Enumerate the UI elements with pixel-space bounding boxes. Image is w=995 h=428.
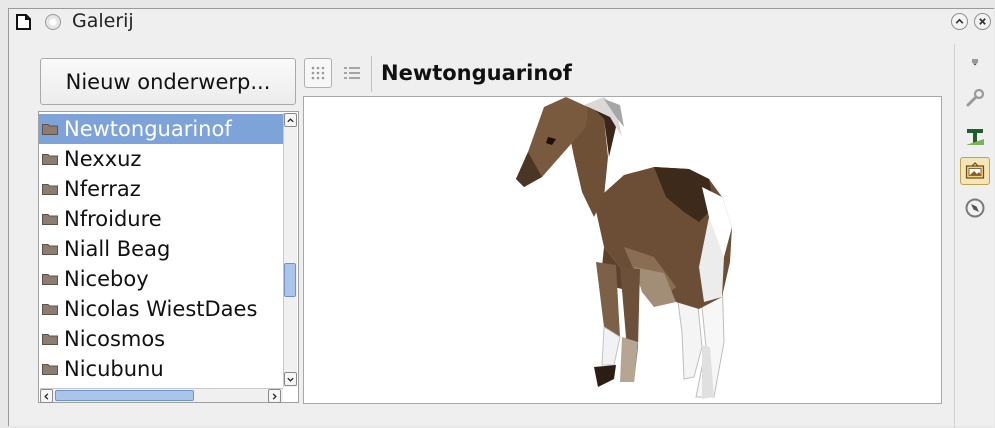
list-item-label: Niceboy xyxy=(64,267,149,291)
radio-icon[interactable] xyxy=(45,14,61,30)
theme-title: Newtonguarinof xyxy=(381,61,572,85)
list-item-label: Nicubunu xyxy=(64,357,164,381)
gallery-preview[interactable] xyxy=(303,96,942,404)
gallery-button[interactable] xyxy=(960,157,990,185)
list-item-label: Newtonguarinof xyxy=(64,117,232,141)
list-item[interactable]: Nferraz xyxy=(39,174,283,204)
folder-icon xyxy=(42,364,58,375)
menu-icon xyxy=(972,59,978,66)
list-item[interactable]: Nicubunu xyxy=(39,354,283,384)
grid-dots-icon xyxy=(311,66,325,80)
new-topic-button[interactable]: Nieuw onderwerp... xyxy=(40,58,296,105)
vertical-scroll-thumb[interactable] xyxy=(284,263,296,297)
collapse-button[interactable] xyxy=(951,13,968,30)
properties-button[interactable] xyxy=(960,84,990,112)
styles-icon xyxy=(966,129,984,145)
list-item[interactable]: Niceboy xyxy=(39,264,283,294)
navigator-button[interactable] xyxy=(960,194,990,222)
list-item[interactable]: Nicolas WiestDaes xyxy=(39,294,283,324)
list-item[interactable]: Newtonguarinof xyxy=(39,114,283,144)
list-item-label: Nicosmos xyxy=(64,327,166,351)
list-item-label: Nexxuz xyxy=(64,147,142,171)
list-item[interactable]: Nicosmos xyxy=(39,324,283,354)
list-item[interactable]: Nfroidure xyxy=(39,204,283,234)
styles-button[interactable] xyxy=(960,122,990,150)
list-icon xyxy=(344,67,360,79)
folder-icon xyxy=(42,244,58,255)
theme-list[interactable]: Newtonguarinof Nexxuz Nferraz Nfroidure … xyxy=(38,111,299,403)
chevron-right-icon xyxy=(272,392,277,400)
sidebar-separator xyxy=(954,44,955,428)
document-icon[interactable] xyxy=(15,13,33,31)
icon-view-button[interactable] xyxy=(304,58,332,88)
folder-icon xyxy=(42,154,58,165)
list-item-label: Nferraz xyxy=(64,177,141,201)
chevron-up-icon xyxy=(287,117,294,122)
scroll-left-button[interactable] xyxy=(40,389,53,403)
list-item-label: Niall Beag xyxy=(64,237,171,261)
list-item[interactable]: Nexxuz xyxy=(39,144,283,174)
horizontal-scroll-thumb[interactable] xyxy=(55,390,194,401)
folder-icon xyxy=(42,304,58,315)
close-button[interactable] xyxy=(974,13,991,30)
properties-wrench-icon xyxy=(966,88,985,107)
folder-icon xyxy=(42,214,58,225)
folder-icon xyxy=(42,334,58,345)
gallery-icon xyxy=(965,162,985,179)
list-item-label: Nicolas WiestDaes xyxy=(64,297,258,321)
scroll-right-button[interactable] xyxy=(268,389,281,403)
chevron-up-icon xyxy=(955,18,964,24)
detail-view-button[interactable] xyxy=(338,58,366,88)
navigator-icon xyxy=(965,198,985,218)
sidebar-menu-button[interactable] xyxy=(960,48,990,76)
panel-title: Galerij xyxy=(72,10,134,32)
folder-icon xyxy=(42,124,58,135)
scroll-down-button[interactable] xyxy=(284,372,297,386)
title-bar xyxy=(8,8,994,38)
scroll-up-button[interactable] xyxy=(284,113,297,127)
toolbar-separator xyxy=(371,56,372,92)
chevron-down-icon xyxy=(287,377,294,382)
folder-icon xyxy=(42,274,58,285)
list-item-label: Nfroidure xyxy=(64,207,162,231)
folder-icon xyxy=(42,184,58,195)
close-icon xyxy=(979,18,986,25)
chevron-left-icon xyxy=(44,392,49,400)
vertical-scrollbar[interactable] xyxy=(283,113,297,387)
horse-image xyxy=(516,97,732,399)
list-item[interactable]: Niall Beag xyxy=(39,234,283,264)
